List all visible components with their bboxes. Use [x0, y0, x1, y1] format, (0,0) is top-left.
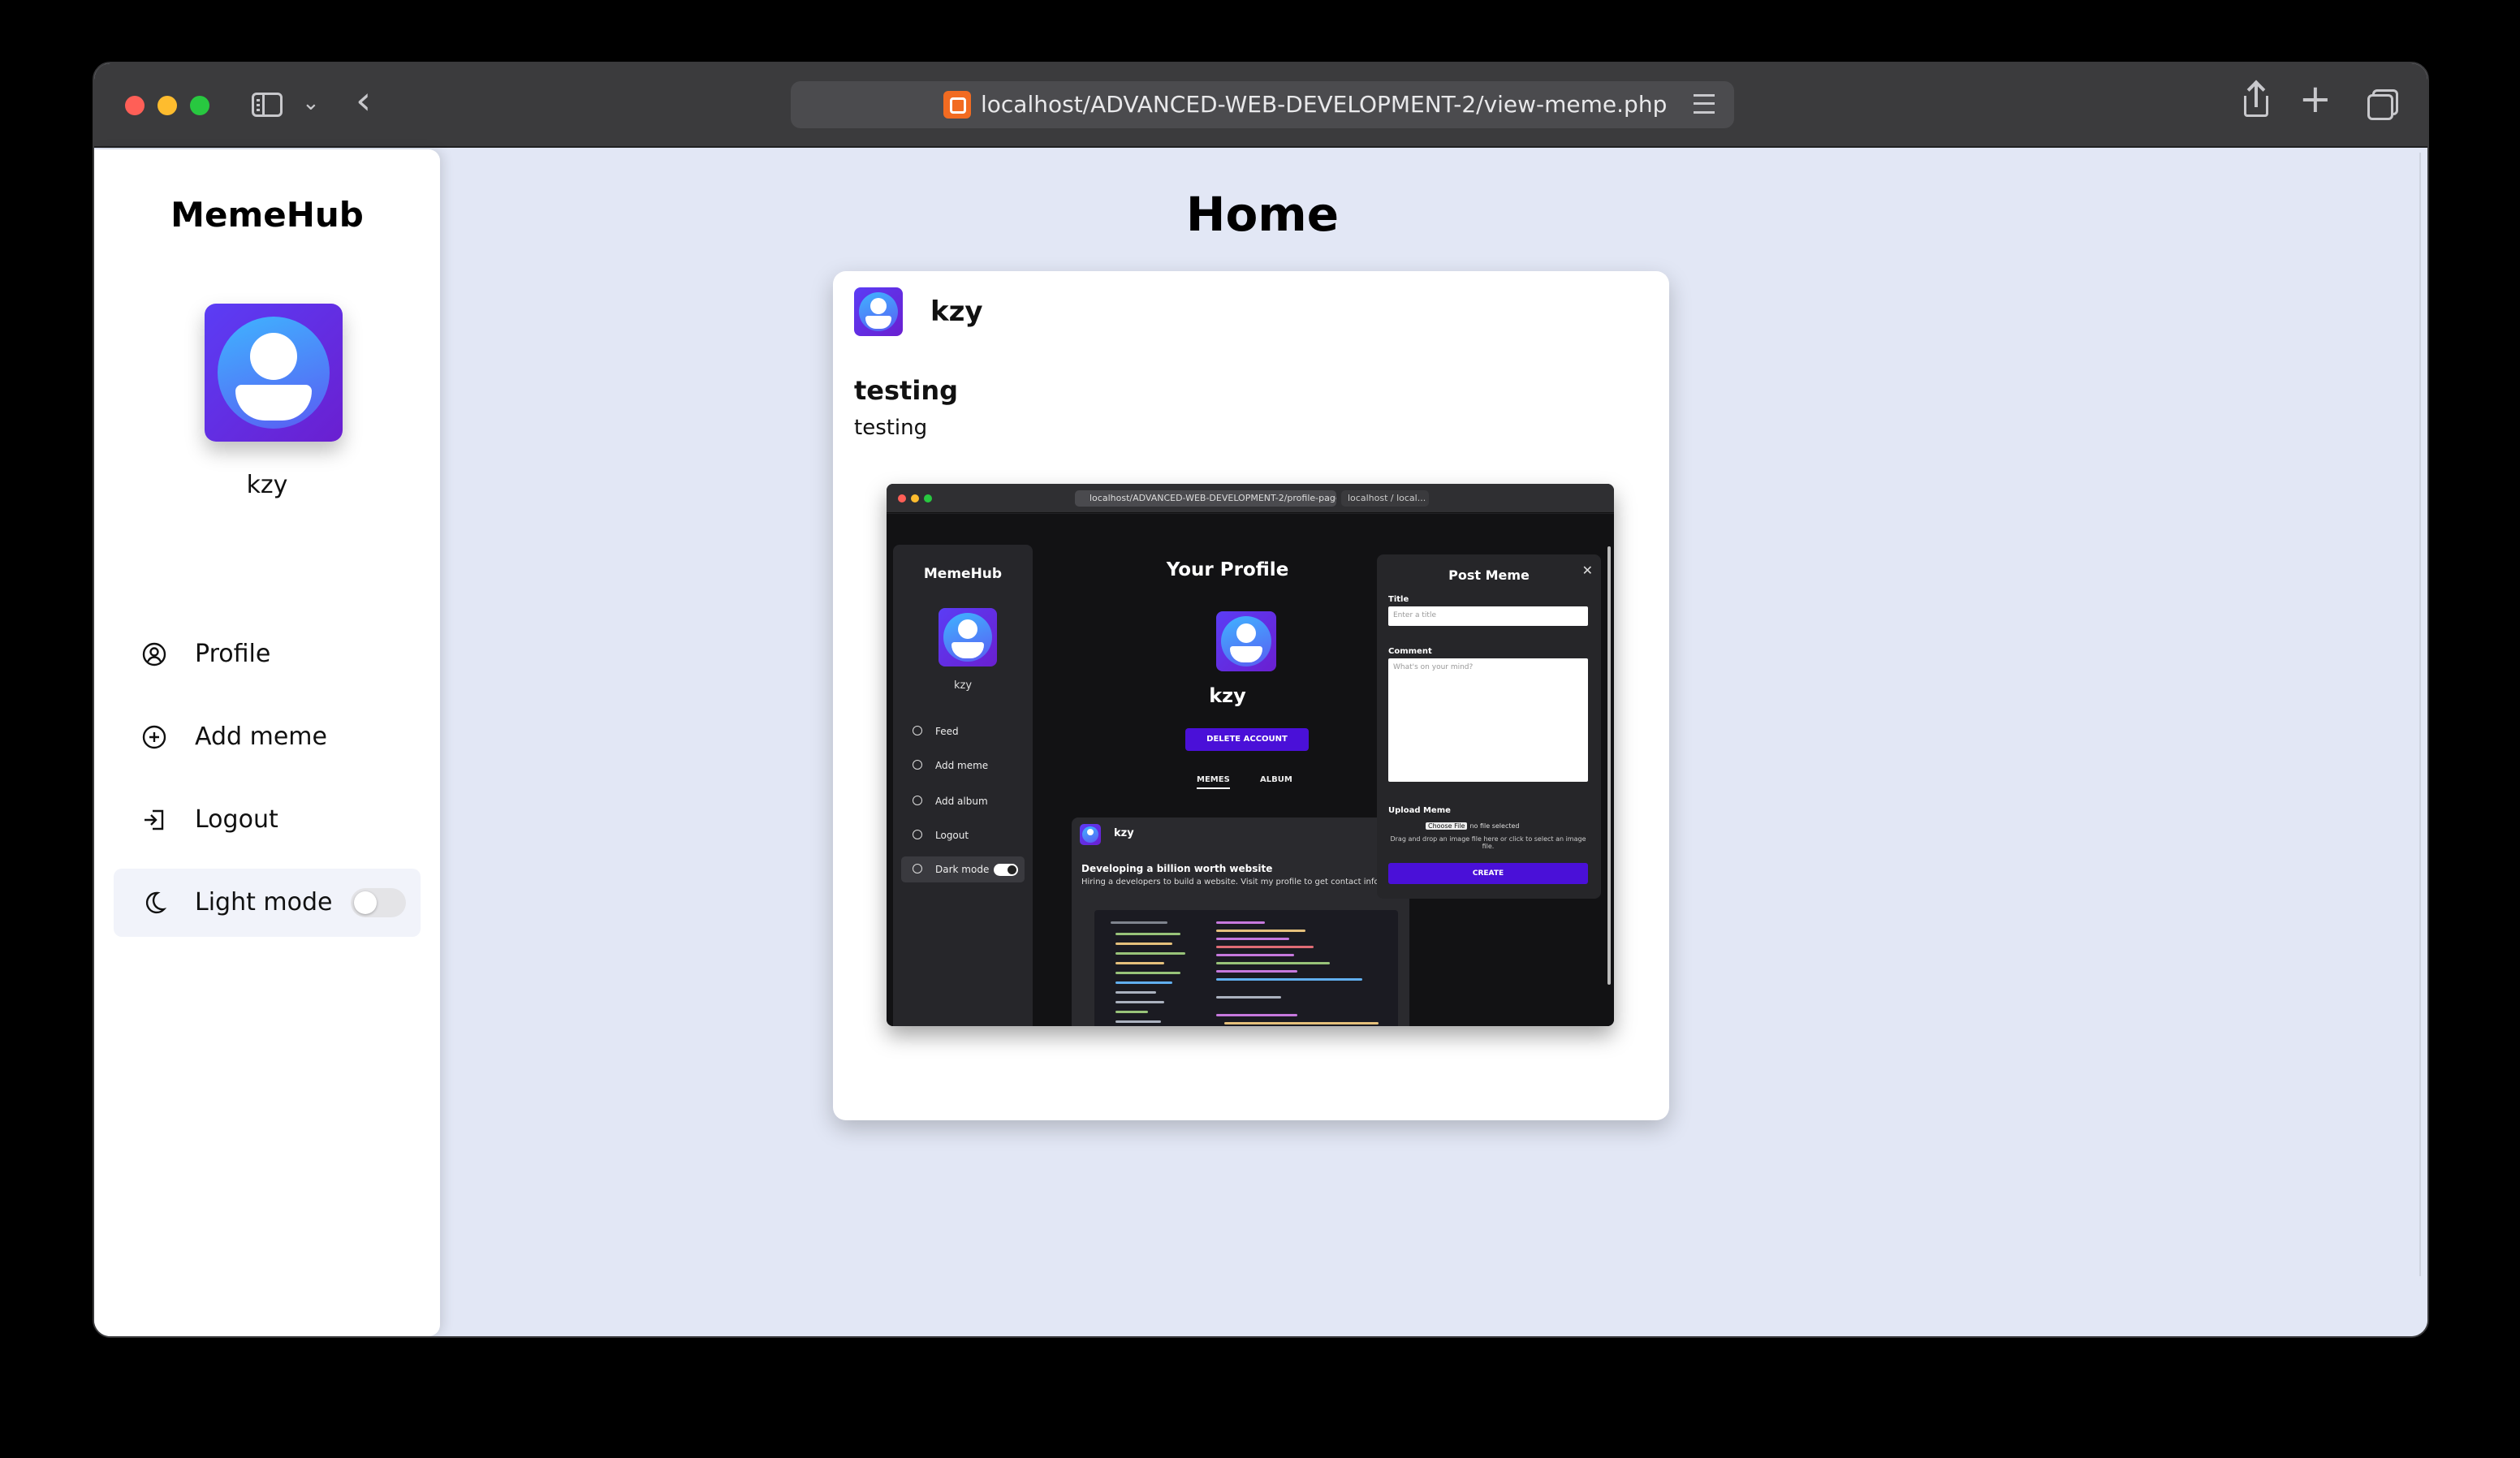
meme-image: localhost/ADVANCED-WEB-DEVELOPMENT-2/pro… [887, 484, 1614, 1026]
sidebar-item-light-mode[interactable]: Light mode [114, 869, 421, 937]
meme-image-brand: MemeHub [923, 566, 1003, 582]
site-favicon-icon [943, 91, 971, 119]
post-username[interactable]: kzy [930, 295, 983, 328]
meme-image-feed-text: Hiring a developers to build a website. … [1081, 878, 1409, 886]
new-tab-plus-icon[interactable]: + [2299, 80, 2332, 119]
meme-image-profile-name: kzy [1209, 684, 1246, 707]
meme-image-nav-item: Feed [901, 718, 1025, 744]
plus-circle-icon [142, 725, 166, 749]
avatar [205, 304, 343, 442]
brand-logo[interactable]: MemeHub [94, 195, 440, 235]
meme-image-nav-item: Dark mode [901, 856, 1025, 882]
meme-image-nav-item: Logout [901, 822, 1025, 848]
meme-image-tab-memes: MEMES [1197, 775, 1230, 789]
meme-image-profile-title: Your Profile [1166, 559, 1289, 580]
meme-image-modal: Post Meme ✕ Title Enter a title Comment … [1377, 554, 1601, 899]
sidebar-item-label: Light mode [195, 888, 333, 917]
avatar [854, 287, 903, 336]
sidebar-item-label: Logout [195, 805, 278, 834]
browser-toolbar: ⌄ ‹ localhost/ADVANCED-WEB-DEVELOPMENT-2… [94, 63, 2427, 148]
meme-image-nav-item: Add album [901, 788, 1025, 814]
meme-image-feed-title: Developing a billion worth website [1081, 863, 1273, 874]
tab-overview-icon[interactable] [2367, 89, 2398, 120]
meme-image-feed-user: kzy [1114, 827, 1134, 839]
sidebar-item-label: Add meme [195, 723, 327, 751]
page-title: Home [1185, 187, 1340, 242]
meme-image-username: kzy [953, 679, 973, 692]
share-icon[interactable] [2244, 84, 2268, 117]
sidebar-toggle-icon[interactable] [252, 93, 283, 117]
page-scrollbar[interactable] [2419, 153, 2424, 1276]
meme-image-url: localhost/ADVANCED-WEB-DEVELOPMENT-2/pro… [1075, 490, 1336, 507]
sidebar: MemeHub kzy Profile Add meme Logout Ligh… [94, 149, 440, 1336]
zoom-window-button[interactable] [190, 96, 209, 115]
sidebar-item-logout[interactable]: Logout [114, 786, 421, 854]
chevron-down-icon[interactable]: ⌄ [302, 91, 320, 115]
user-circle-icon [142, 642, 166, 666]
close-icon: ✕ [1581, 563, 1593, 578]
moon-icon [145, 891, 167, 914]
logout-icon [145, 809, 164, 830]
meme-image-tab: localhost / local... [1341, 490, 1429, 507]
sidebar-item-profile[interactable]: Profile [114, 620, 421, 688]
reader-view-icon[interactable] [1694, 94, 1715, 114]
post-comment: testing [854, 416, 928, 440]
sidebar-item-label: Profile [195, 640, 271, 668]
minimize-window-button[interactable] [158, 96, 177, 115]
theme-toggle[interactable] [351, 888, 406, 917]
post-title: testing [854, 375, 958, 406]
back-arrow-icon[interactable]: ‹ [356, 81, 371, 120]
meme-image-delete-button: DELETE ACCOUNT [1185, 728, 1309, 751]
meme-image-nav-item: Add meme [901, 753, 1025, 779]
url-text[interactable]: localhost/ADVANCED-WEB-DEVELOPMENT-2/vie… [981, 91, 1667, 118]
page-content: MemeHub kzy Profile Add meme Logout Ligh… [94, 149, 2427, 1336]
close-window-button[interactable] [125, 96, 145, 115]
post-card: kzy testing testing localhost/ADVANCED-W… [833, 271, 1669, 1120]
sidebar-username: kzy [246, 471, 288, 499]
meme-image-tab-album: ALBUM [1260, 775, 1292, 784]
address-bar[interactable]: localhost/ADVANCED-WEB-DEVELOPMENT-2/vie… [791, 81, 1734, 128]
browser-window: ⌄ ‹ localhost/ADVANCED-WEB-DEVELOPMENT-2… [93, 62, 2429, 1338]
sidebar-item-add-meme[interactable]: Add meme [114, 703, 421, 771]
